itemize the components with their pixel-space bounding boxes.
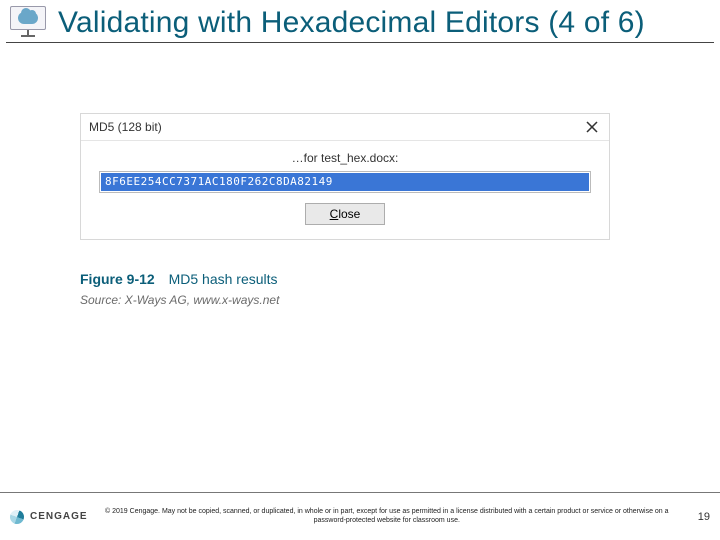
figure-source: Source: X-Ways AG, www.x-ways.net bbox=[80, 293, 279, 307]
copyright-text: © 2019 Cengage. May not be copied, scann… bbox=[94, 508, 680, 525]
slide: Validating with Hexadecimal Editors (4 o… bbox=[0, 0, 720, 540]
footer: CENGAGE © 2019 Cengage. May not be copie… bbox=[0, 492, 720, 540]
figure-source-prefix: Source: X-Ways AG, bbox=[80, 293, 193, 307]
dialog-titlebar: MD5 (128 bit) bbox=[81, 114, 609, 141]
cengage-mark-icon bbox=[10, 510, 24, 524]
hash-value[interactable]: 8F6EE254CC7371AC180F262C8DA82149 bbox=[101, 173, 589, 191]
hash-field-wrap: 8F6EE254CC7371AC180F262C8DA82149 bbox=[99, 171, 591, 193]
close-button[interactable]: Close bbox=[305, 203, 385, 225]
page-title: Validating with Hexadecimal Editors (4 o… bbox=[58, 6, 645, 40]
close-icon[interactable] bbox=[583, 118, 601, 136]
title-row: Validating with Hexadecimal Editors (4 o… bbox=[0, 0, 720, 40]
md5-dialog: MD5 (128 bit) …for test_hex.docx: 8F6EE2… bbox=[80, 113, 610, 240]
body: MD5 (128 bit) …for test_hex.docx: 8F6EE2… bbox=[0, 43, 720, 463]
cloud-icon bbox=[18, 12, 38, 24]
projector-icon bbox=[8, 6, 48, 40]
brand-logo: CENGAGE bbox=[10, 510, 88, 524]
dialog-title: MD5 (128 bit) bbox=[89, 120, 162, 134]
figure-caption: Figure 9-12 MD5 hash results bbox=[80, 271, 278, 287]
figure-number: Figure 9-12 bbox=[80, 271, 155, 287]
brand-text: CENGAGE bbox=[30, 511, 88, 522]
dialog-body: …for test_hex.docx: 8F6EE254CC7371AC180F… bbox=[81, 141, 609, 239]
page-number: 19 bbox=[686, 511, 710, 523]
figure-source-site: www.x-ways.net bbox=[193, 293, 279, 307]
projector-base bbox=[21, 35, 35, 37]
projector-screen bbox=[10, 6, 46, 30]
figure-title: MD5 hash results bbox=[169, 271, 278, 287]
close-button-rest: lose bbox=[338, 207, 360, 221]
dialog-for-line: …for test_hex.docx: bbox=[99, 151, 591, 165]
